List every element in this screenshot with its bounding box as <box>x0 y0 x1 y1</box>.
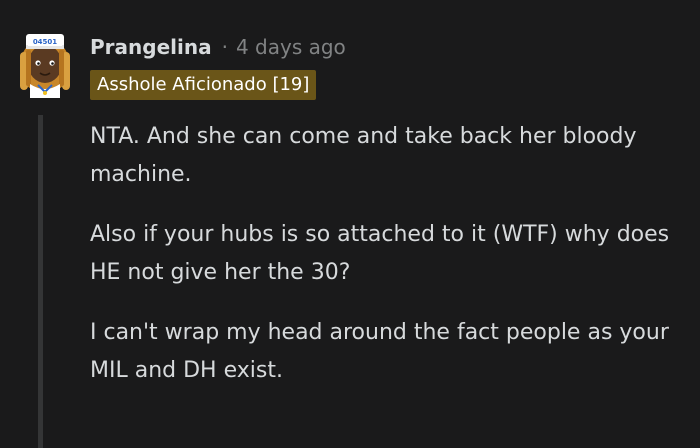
username-link[interactable]: Prangelina <box>90 35 212 59</box>
user-flair: Asshole Aficionado [19] <box>90 70 317 100</box>
comment-body: NTA. And she can come and take back her … <box>90 118 690 412</box>
comment-meta: Prangelina · 4 days ago <box>90 30 346 64</box>
user-avatar-icon: 04501 <box>20 34 70 98</box>
meta-separator: · <box>221 35 228 59</box>
comment-paragraph: NTA. And she can come and take back her … <box>90 124 637 187</box>
timestamp[interactable]: 4 days ago <box>236 35 346 59</box>
comment-paragraph: I can't wrap my head around the fact peo… <box>90 320 669 383</box>
thread-line[interactable] <box>38 115 43 448</box>
avatar-hat-text: 04501 <box>33 38 57 46</box>
comment: 04501 Prangelina · 4 days ago Asshole Af… <box>0 0 700 448</box>
comment-paragraph: Also if your hubs is so attached to it (… <box>90 222 670 285</box>
avatar[interactable]: 04501 <box>14 22 76 98</box>
